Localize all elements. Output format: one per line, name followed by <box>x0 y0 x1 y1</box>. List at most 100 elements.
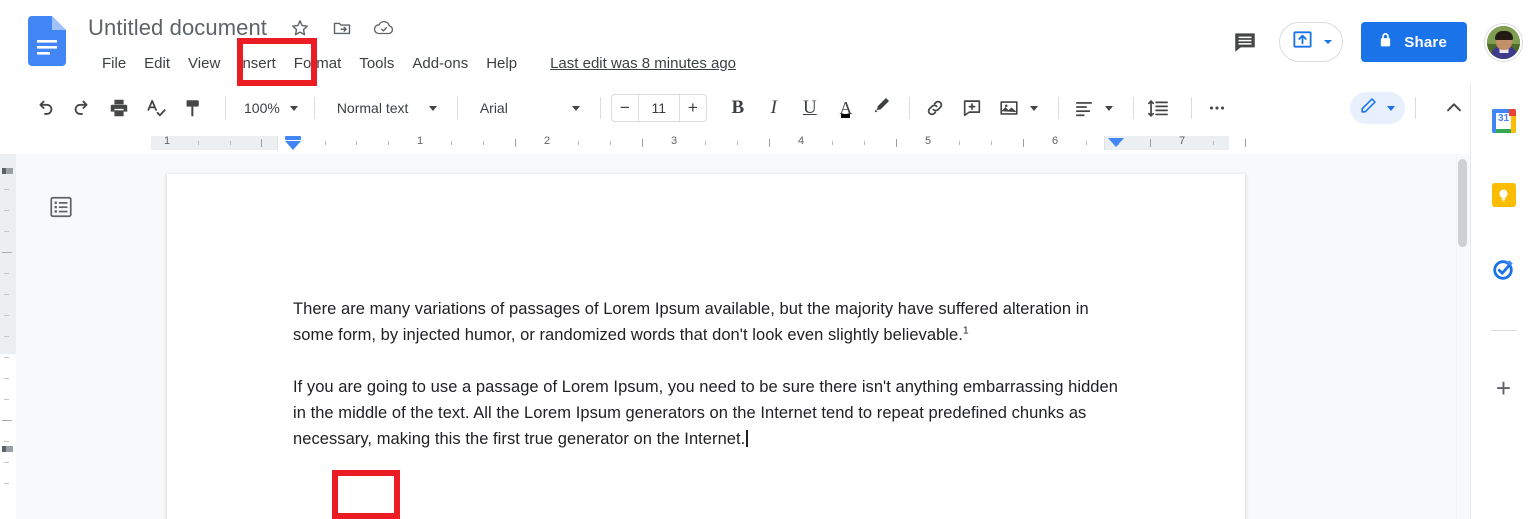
present-button[interactable] <box>1279 22 1344 62</box>
font-family-value: Arial <box>479 100 508 116</box>
editing-mode-button[interactable] <box>1350 92 1405 124</box>
chevron-down-icon[interactable] <box>1104 105 1113 111</box>
insert-link-icon[interactable] <box>920 93 950 123</box>
document-page[interactable]: There are many variations of passages of… <box>167 174 1245 519</box>
underline-button[interactable]: U <box>795 93 825 123</box>
move-to-folder-icon[interactable] <box>331 17 353 39</box>
paragraph-style-select[interactable]: Normal text <box>325 93 443 123</box>
star-icon[interactable] <box>289 17 311 39</box>
align-dropdown-icon[interactable] <box>1101 93 1117 123</box>
toolbar-divider <box>456 97 458 119</box>
paragraph-2-text: If you are going to use a passage of Lor… <box>293 378 1118 448</box>
chevron-down-icon[interactable] <box>571 105 580 111</box>
highlight-pen-icon <box>871 95 892 121</box>
app-header: Untitled document File Edit View Insert … <box>0 0 1536 84</box>
present-icon <box>1291 28 1314 56</box>
google-keep-icon[interactable] <box>1491 182 1517 208</box>
google-docs-logo-icon[interactable] <box>28 16 66 66</box>
paragraph-1[interactable]: There are many variations of passages of… <box>293 296 1133 348</box>
left-indent-bar[interactable] <box>285 136 301 140</box>
title-row: Untitled document <box>88 10 395 46</box>
menu-help[interactable]: Help <box>477 53 526 74</box>
document-scrollbar-thumb[interactable] <box>1458 159 1467 247</box>
horizontal-ruler[interactable]: 1 1 2 3 4 5 6 7 <box>0 132 1470 154</box>
add-addon-icon[interactable]: + <box>1491 375 1517 401</box>
footnote-reference[interactable]: 1 <box>963 325 969 337</box>
font-family-select[interactable]: Arial <box>468 93 586 123</box>
top-margin-marker[interactable] <box>2 168 13 174</box>
line-spacing-icon[interactable] <box>1144 93 1174 123</box>
formatting-toolbar: 100% Normal text Arial − 11 + B I U A <box>0 84 1536 132</box>
document-text-body[interactable]: There are many variations of passages of… <box>293 296 1133 452</box>
toolbar-divider <box>1190 97 1192 119</box>
comment-history-icon[interactable] <box>1225 22 1265 62</box>
align-button[interactable] <box>1069 93 1099 123</box>
zoom-value: 100% <box>244 100 280 116</box>
toolbar-divider <box>599 97 601 119</box>
decrease-font-size-button[interactable]: − <box>612 95 638 121</box>
document-title[interactable]: Untitled document <box>88 15 267 41</box>
google-calendar-icon[interactable]: 31 <box>1491 108 1517 134</box>
menu-view[interactable]: View <box>179 53 229 74</box>
ruler-number: 1 <box>416 135 424 147</box>
insert-image-dropdown-icon[interactable] <box>1026 93 1042 123</box>
text-color-swatch <box>841 114 851 118</box>
share-button[interactable]: Share <box>1361 22 1467 62</box>
toolbar-right-cluster <box>1350 84 1470 132</box>
paragraph-2[interactable]: If you are going to use a passage of Lor… <box>293 374 1133 452</box>
font-size-value[interactable]: 11 <box>637 95 680 121</box>
increase-font-size-button[interactable]: + <box>680 95 706 121</box>
bold-button[interactable]: B <box>723 93 753 123</box>
ruler-track: 1 1 2 3 4 5 6 7 <box>0 132 1470 154</box>
toolbar-divider <box>1132 97 1134 119</box>
chevron-down-icon[interactable] <box>289 105 298 111</box>
menu-file[interactable]: File <box>93 53 135 74</box>
menu-bar: File Edit View Insert Format Tools Add-o… <box>93 48 736 78</box>
calendar-day-number: 31 <box>1497 113 1510 124</box>
calendar-glyph: 31 <box>1491 109 1516 133</box>
ruler-number: 6 <box>1051 135 1059 147</box>
spell-check-icon[interactable] <box>141 93 171 123</box>
editing-mode-dropdown-icon[interactable] <box>1387 105 1395 111</box>
menu-format[interactable]: Format <box>285 53 351 74</box>
menu-addons[interactable]: Add-ons <box>403 53 477 74</box>
text-color-button[interactable]: A <box>831 93 861 123</box>
toolbar-divider <box>908 97 910 119</box>
menu-edit[interactable]: Edit <box>135 53 179 74</box>
share-label: Share <box>1404 33 1447 51</box>
ruler-number: 3 <box>670 135 678 147</box>
left-indent-marker[interactable] <box>285 141 301 150</box>
vertical-ruler[interactable] <box>0 154 16 519</box>
last-edit-link[interactable]: Last edit was 8 minutes ago <box>550 55 736 72</box>
zoom-select[interactable]: 100% <box>236 93 304 123</box>
menu-tools[interactable]: Tools <box>350 53 403 74</box>
document-scrollbar[interactable] <box>1456 154 1470 519</box>
bottom-margin-marker[interactable] <box>2 446 13 452</box>
present-dropdown-icon[interactable] <box>1323 40 1332 44</box>
redo-icon[interactable] <box>67 93 97 123</box>
cloud-saved-icon[interactable] <box>373 17 395 39</box>
font-size-stepper[interactable]: − 11 + <box>610 94 707 122</box>
italic-button[interactable]: I <box>759 93 789 123</box>
lock-icon <box>1377 31 1394 53</box>
collapse-menus-icon[interactable] <box>1438 92 1470 124</box>
highlight-color-button[interactable] <box>867 93 897 123</box>
more-options-icon[interactable] <box>1202 93 1232 123</box>
ruler-number: 2 <box>543 135 551 147</box>
print-icon[interactable] <box>104 93 134 123</box>
ruler-number: 7 <box>1178 135 1186 147</box>
add-comment-icon[interactable] <box>957 93 987 123</box>
avatar[interactable] <box>1485 23 1522 61</box>
keep-glyph <box>1491 183 1516 207</box>
insert-image-button[interactable] <box>994 93 1024 123</box>
toolbar-divider <box>313 97 315 119</box>
google-tasks-icon[interactable] <box>1491 256 1517 282</box>
undo-icon[interactable] <box>30 93 60 123</box>
chevron-down-icon[interactable] <box>1029 105 1038 111</box>
paint-format-icon[interactable] <box>178 93 208 123</box>
menu-insert[interactable]: Insert <box>229 53 285 74</box>
document-outline-icon[interactable] <box>44 190 78 224</box>
chevron-down-icon[interactable] <box>428 105 437 111</box>
ruler-number: 5 <box>924 135 932 147</box>
right-indent-marker[interactable] <box>1108 138 1124 147</box>
